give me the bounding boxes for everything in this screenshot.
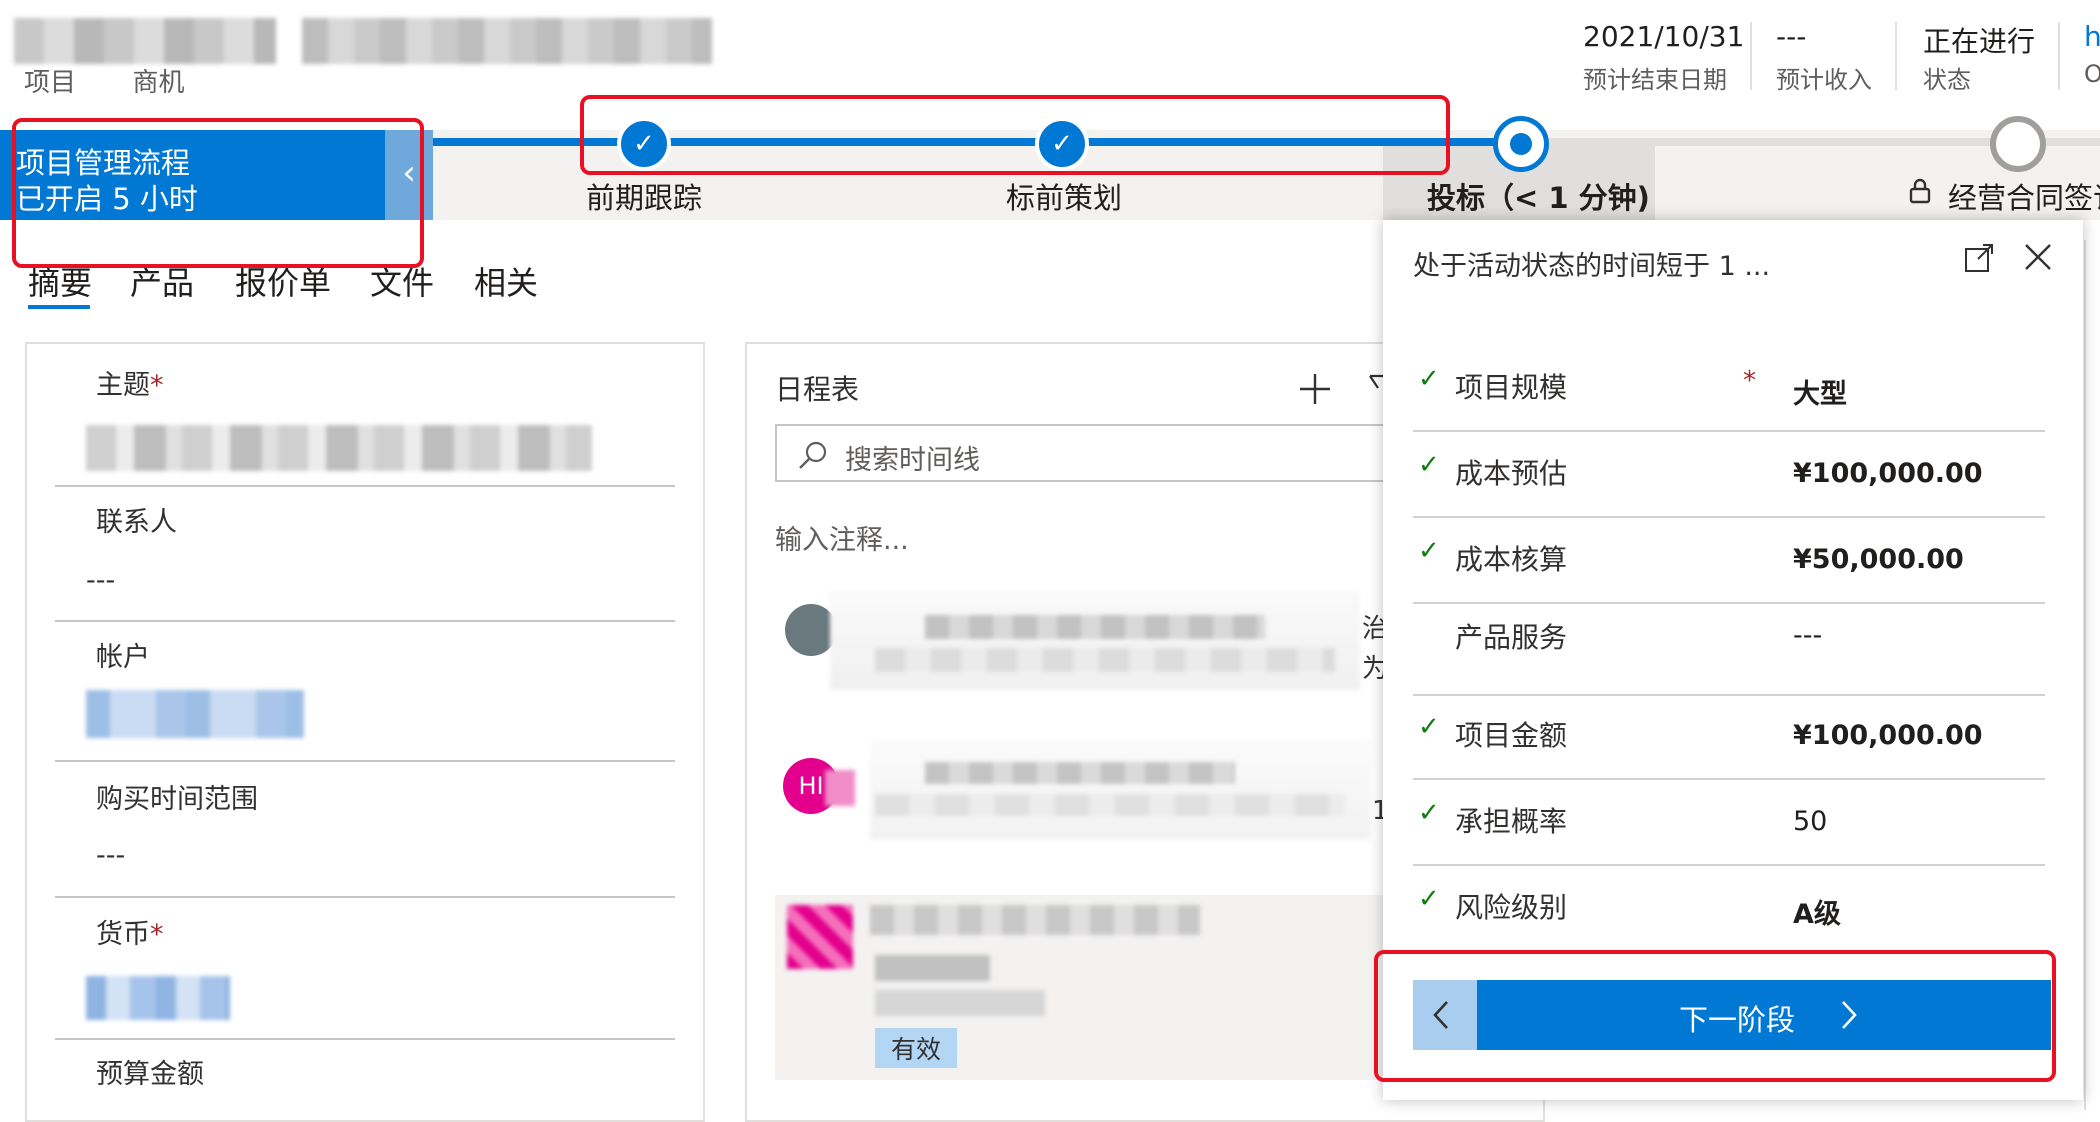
- header-label: O: [2084, 60, 2100, 88]
- field-divider: [1413, 778, 2045, 780]
- field-value[interactable]: ¥50,000.00: [1793, 544, 1964, 575]
- field-divider: [1413, 430, 2045, 432]
- stage-1-check-icon[interactable]: ✓: [617, 117, 671, 171]
- field-account-label: 帐户: [96, 642, 150, 673]
- header-divider: [1895, 22, 1897, 90]
- next-stage-button[interactable]: 下一阶段: [1477, 980, 2051, 1050]
- field-contact-label: 联系人: [96, 507, 177, 538]
- process-flyout-toggle[interactable]: 项目管理流程 已开启 5 小时: [0, 130, 410, 220]
- check-icon: ✓: [1418, 712, 1440, 742]
- field-value[interactable]: ¥100,000.00: [1793, 720, 1983, 751]
- tab-summary[interactable]: 摘要: [28, 258, 92, 304]
- right-panel-edge: [2084, 240, 2100, 1110]
- field-contact-value[interactable]: ---: [86, 565, 115, 596]
- breadcrumb-entity: 项目: [24, 68, 77, 98]
- tab-active-indicator: [28, 305, 90, 309]
- field-value[interactable]: ¥100,000.00: [1793, 458, 1983, 489]
- field-divider: [1413, 602, 2045, 604]
- check-icon: ✓: [1418, 450, 1440, 480]
- header-value[interactable]: h: [2084, 20, 2100, 53]
- field-label: 成本核算: [1455, 543, 1568, 576]
- stage-4-label[interactable]: 经营合同签订: [1948, 175, 2100, 217]
- field-topic-label: 主题*: [96, 370, 164, 401]
- check-icon: ✓: [1418, 798, 1440, 828]
- tab-related[interactable]: 相关: [474, 258, 538, 304]
- expand-icon[interactable]: [1963, 242, 1995, 274]
- breadcrumb-form: 商机: [132, 68, 185, 98]
- field-label: 承担概率: [1455, 805, 1568, 838]
- note-input[interactable]: 输入注释...: [775, 518, 909, 557]
- stage-flyout: 处于活动状态的时间短于 1 ... ✓ 项目规模 * 大型 ✓ 成本预估 ¥10…: [1383, 220, 2083, 1100]
- tab-products[interactable]: 产品: [130, 258, 194, 304]
- required-marker: *: [150, 919, 164, 950]
- header-value: 正在进行: [1923, 25, 2036, 58]
- check-icon: ✓: [1418, 884, 1440, 914]
- field-label: 项目金额: [1455, 719, 1568, 752]
- field-divider: [1413, 864, 2045, 866]
- timeline-title: 日程表: [775, 373, 860, 406]
- breadcrumb: 项目 商机: [24, 62, 185, 99]
- status-badge: 有效: [875, 1028, 958, 1068]
- field-value[interactable]: A级: [1793, 892, 1841, 931]
- header-value: 2021/10/31: [1583, 20, 1745, 53]
- field-label: 成本预估: [1455, 457, 1568, 490]
- header-divider: [2058, 22, 2060, 90]
- chevron-left-icon: [1431, 1000, 1451, 1034]
- field-purchase-timeframe-label: 购买时间范围: [96, 784, 258, 815]
- field-divider: [1413, 694, 2045, 696]
- chevron-right-icon: [1839, 1000, 1859, 1034]
- stage-3-label[interactable]: 投标（< 1 分钟): [1427, 175, 1650, 217]
- field-value[interactable]: 大型: [1793, 372, 1847, 411]
- search-icon: [797, 440, 829, 472]
- check-icon: ✓: [1418, 536, 1440, 566]
- process-duration: 已开启 5 小时: [16, 182, 198, 216]
- field-divider: [55, 1038, 675, 1040]
- header-label: 预计收入: [1776, 66, 1872, 94]
- field-purchase-timeframe-value[interactable]: ---: [96, 840, 125, 871]
- tab-files[interactable]: 文件: [370, 258, 434, 304]
- required-marker: *: [1743, 366, 1756, 396]
- stage-2-label[interactable]: 标前策划: [1006, 175, 1122, 217]
- collapse-process-button[interactable]: ‹: [385, 130, 433, 220]
- previous-stage-button[interactable]: [1413, 980, 1477, 1050]
- field-divider: [55, 896, 675, 898]
- field-divider: [55, 485, 675, 487]
- tab-quotes[interactable]: 报价单: [235, 258, 331, 304]
- field-divider: [55, 760, 675, 762]
- check-icon: ✓: [1418, 364, 1440, 394]
- process-track-progress: [433, 138, 1519, 146]
- stage-3-active-icon[interactable]: [1493, 116, 1549, 172]
- field-divider: [55, 620, 675, 622]
- lock-icon: [1908, 178, 1932, 204]
- stage-2-check-icon[interactable]: ✓: [1035, 117, 1089, 171]
- field-label: 风险级别: [1455, 891, 1568, 924]
- stage-4-pending-icon[interactable]: [1990, 116, 2046, 172]
- field-budget-label: 预算金额: [96, 1059, 204, 1090]
- timeline-search-placeholder: 搜索时间线: [845, 445, 980, 476]
- field-value[interactable]: 50: [1793, 806, 1827, 837]
- header-label: 状态: [1923, 66, 1971, 94]
- field-divider: [1413, 516, 2045, 518]
- field-label: 项目规模: [1455, 371, 1568, 404]
- header-value: ---: [1776, 20, 1807, 53]
- add-icon[interactable]: [1298, 372, 1332, 406]
- flyout-title: 处于活动状态的时间短于 1 ...: [1413, 251, 1771, 282]
- stage-1-label[interactable]: 前期跟踪: [586, 175, 702, 217]
- field-value[interactable]: ---: [1793, 620, 1822, 651]
- field-currency-label: 货币*: [96, 919, 164, 950]
- field-label: 产品服务: [1455, 621, 1568, 654]
- header-label: 预计结束日期: [1583, 66, 1727, 94]
- close-icon[interactable]: [2023, 242, 2053, 272]
- required-marker: *: [150, 370, 164, 401]
- next-stage-label: 下一阶段: [1679, 1003, 1796, 1037]
- timeline-search-box[interactable]: 搜索时间线: [775, 424, 1395, 482]
- chevron-left-icon: ‹: [402, 153, 416, 193]
- header-divider: [1750, 22, 1752, 90]
